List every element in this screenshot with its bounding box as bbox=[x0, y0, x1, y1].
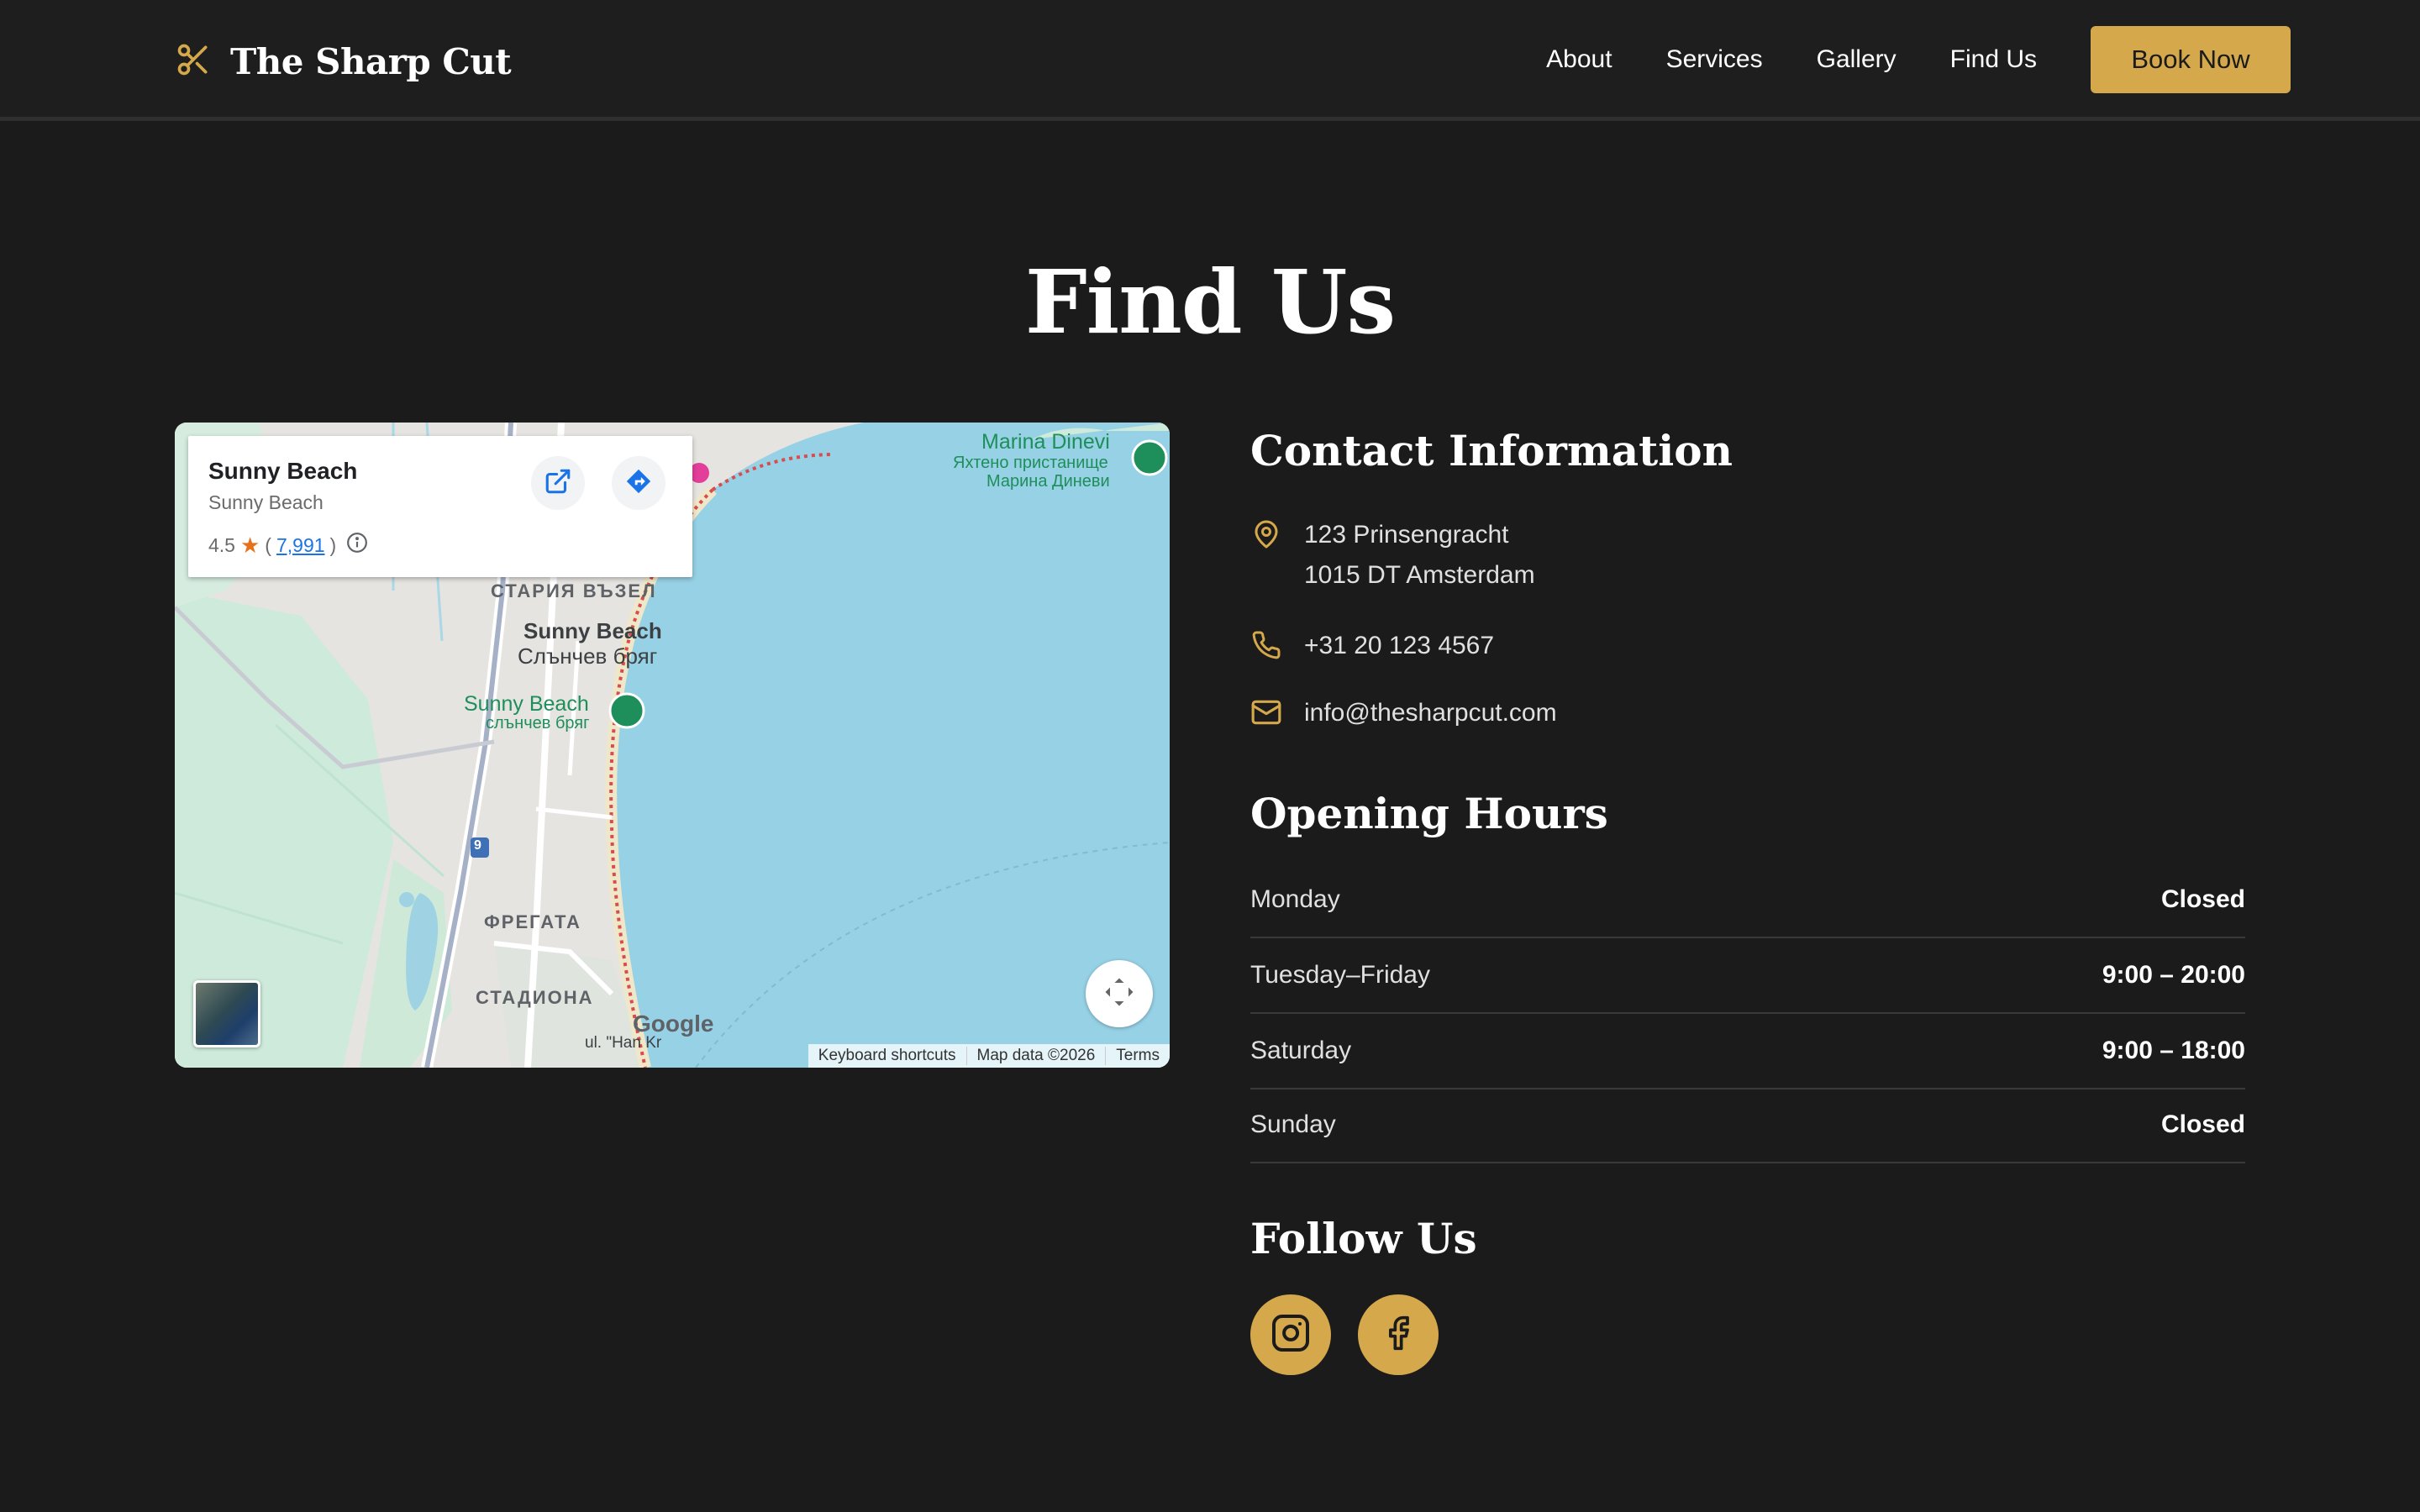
map-label-sunny-bg: Слънчев бряг bbox=[518, 643, 658, 669]
map-attribution: Keyboard shortcuts Map data ©2026 Terms bbox=[808, 1044, 1170, 1068]
directions-button[interactable] bbox=[612, 456, 666, 510]
place-card: Sunny Beach Sunny Beach 4.5 ★ (7,991) bbox=[188, 436, 692, 577]
rating-paren-close: ) bbox=[329, 533, 337, 556]
map-label-sunny-green-bg: слънчев бряг bbox=[486, 714, 590, 732]
site-header: The Sharp Cut About Services Gallery Fin… bbox=[0, 0, 2420, 121]
keyboard-shortcuts-link[interactable]: Keyboard shortcuts bbox=[808, 1047, 966, 1065]
facebook-icon bbox=[1380, 1315, 1417, 1356]
star-icon: ★ bbox=[239, 532, 260, 558]
hours-row-saturday: Saturday 9:00 – 18:00 bbox=[1250, 1014, 2245, 1089]
external-link-icon bbox=[544, 467, 572, 500]
map-embed[interactable]: СТАРИЯ ВЪЗЕЛ Sunny Beach Слънчев бряг Su… bbox=[175, 423, 1170, 1068]
brand-name: The Sharp Cut bbox=[230, 40, 512, 82]
map-label-sunny-green-en: Sunny Beach bbox=[464, 692, 589, 716]
instagram-icon bbox=[1270, 1313, 1311, 1357]
hours-row-tuesday-friday: Tuesday–Friday 9:00 – 20:00 bbox=[1250, 938, 2245, 1014]
address-line-2: 1015 DT Amsterdam bbox=[1304, 561, 1535, 589]
contact-title: Contact Information bbox=[1250, 426, 1733, 475]
info-icon[interactable] bbox=[346, 532, 368, 559]
map-road-number: 9 bbox=[474, 838, 481, 853]
hours-time: 9:00 – 20:00 bbox=[2102, 961, 2245, 989]
phone-row: +31 20 123 4567 bbox=[1250, 626, 1494, 666]
nav-about[interactable]: About bbox=[1546, 45, 1612, 74]
fullscreen-button[interactable] bbox=[1086, 960, 1153, 1027]
nav-find-us[interactable]: Find Us bbox=[1950, 45, 2037, 74]
rating-value: 4.5 bbox=[208, 533, 235, 556]
open-in-maps-button[interactable] bbox=[531, 456, 585, 510]
directions-icon bbox=[624, 467, 653, 500]
page-title: Find Us bbox=[1024, 250, 1396, 354]
facebook-button[interactable] bbox=[1358, 1294, 1439, 1375]
hours-time: Closed bbox=[2160, 885, 2245, 913]
email-row: info@thesharpcut.com bbox=[1250, 693, 1557, 733]
map-pin-icon bbox=[1250, 518, 1282, 550]
map-label-sunny-en: Sunny Beach bbox=[523, 618, 662, 643]
hours-row-monday: Monday Closed bbox=[1250, 863, 2245, 938]
phone-number[interactable]: +31 20 123 4567 bbox=[1304, 626, 1494, 666]
rating-paren-open: ( bbox=[265, 533, 271, 556]
place-name: Sunny Beach bbox=[208, 458, 358, 484]
hours-row-sunday: Sunday Closed bbox=[1250, 1088, 2245, 1163]
nav-gallery[interactable]: Gallery bbox=[1817, 45, 1897, 74]
hours-time: Closed bbox=[2160, 1110, 2245, 1138]
nav-services[interactable]: Services bbox=[1666, 45, 1763, 74]
hours-day: Sunday bbox=[1250, 1110, 1336, 1138]
book-now-button[interactable]: Book Now bbox=[2091, 26, 2291, 93]
hours-day: Tuesday–Friday bbox=[1250, 961, 1430, 989]
map-label-marina-bg2: Марина Диневи bbox=[986, 472, 1110, 491]
place-subtitle: Sunny Beach bbox=[208, 491, 324, 513]
hours-time: 9:00 – 18:00 bbox=[2102, 1037, 2245, 1064]
fullscreen-icon bbox=[1101, 974, 1138, 1015]
email-address[interactable]: info@thesharpcut.com bbox=[1304, 693, 1557, 733]
instagram-button[interactable] bbox=[1250, 1294, 1331, 1375]
scissors-icon bbox=[175, 41, 212, 82]
brand-logo[interactable]: The Sharp Cut bbox=[175, 37, 512, 86]
map-label-stariya: СТАРИЯ ВЪЗЕЛ bbox=[491, 580, 657, 601]
hours-day: Monday bbox=[1250, 885, 1340, 913]
map-label-marina-bg1: Яхтено пристанище bbox=[953, 454, 1108, 472]
map-data-text: Map data ©2026 bbox=[965, 1047, 1106, 1065]
follow-title: Follow Us bbox=[1250, 1214, 1477, 1263]
reviews-link[interactable]: 7,991 bbox=[276, 534, 325, 557]
map-label-marina-en: Marina Dinevi bbox=[981, 430, 1110, 454]
map-layer-toggle[interactable] bbox=[193, 980, 260, 1047]
map-label-stadiona: СТАДИОНА bbox=[476, 987, 594, 1008]
phone-icon bbox=[1250, 629, 1282, 661]
terms-link[interactable]: Terms bbox=[1105, 1047, 1170, 1065]
hours-day: Saturday bbox=[1250, 1037, 1352, 1064]
hours-title: Opening Hours bbox=[1250, 789, 1608, 838]
google-logo: Google bbox=[633, 1011, 714, 1037]
address-line-1: 123 Prinsengracht bbox=[1304, 521, 1509, 549]
place-rating: 4.5 ★ (7,991) bbox=[208, 532, 368, 559]
main-nav: About Services Gallery Find Us Book Now bbox=[1546, 26, 2291, 93]
mail-icon bbox=[1250, 696, 1282, 728]
map-label-fregata: ФРЕГАТА bbox=[484, 911, 581, 932]
address-row: 123 Prinsengracht 1015 DT Amsterdam bbox=[1250, 515, 1535, 596]
